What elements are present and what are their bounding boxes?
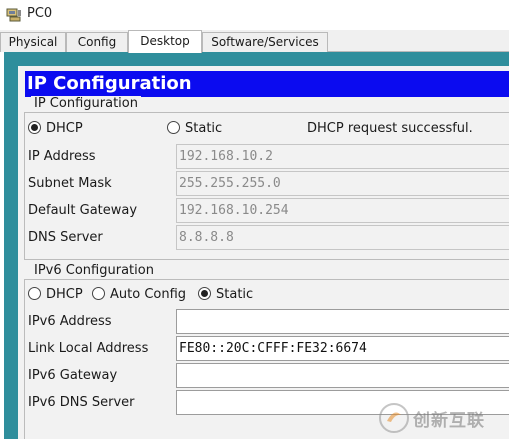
title-bar: PC0 (0, 0, 509, 30)
ip-address-field[interactable]: 192.168.10.2 (176, 144, 509, 169)
tab-software-services[interactable]: Software/Services (202, 32, 328, 52)
ip-address-label: IP Address (28, 149, 96, 164)
radio-unselected-icon (92, 287, 105, 300)
ipv6-static-radio[interactable]: Static (198, 287, 253, 302)
default-gateway-field[interactable]: 192.168.10.254 (176, 198, 509, 223)
ipv6-group-title: IPv6 Configuration (31, 263, 157, 278)
default-gateway-label: Default Gateway (28, 203, 138, 218)
window-title: PC0 (27, 6, 53, 21)
ipv4-group-border (24, 112, 509, 113)
tab-strip: Physical Config Desktop Software/Service… (0, 30, 509, 53)
ip-configuration-panel: IP Configuration IP Configuration DHCP S… (18, 66, 509, 439)
tab-desktop[interactable]: Desktop (128, 30, 202, 53)
ipv6-auto-config-label: Auto Config (110, 287, 187, 302)
dns-server-field[interactable]: 8.8.8.8 (176, 225, 509, 250)
ipv4-static-label: Static (185, 121, 223, 136)
ipv6-gateway-field[interactable] (176, 363, 509, 388)
ipv4-static-radio[interactable]: Static (167, 121, 222, 136)
link-local-address-label: Link Local Address (28, 341, 149, 356)
tab-config[interactable]: Config (66, 32, 128, 52)
ipv4-dhcp-label: DHCP (46, 121, 83, 136)
ipv4-group-title: IP Configuration (31, 96, 141, 111)
subnet-mask-label: Subnet Mask (28, 176, 112, 191)
radio-unselected-icon (167, 121, 180, 134)
tab-physical[interactable]: Physical (0, 32, 66, 52)
ipv6-group-border-left (24, 279, 25, 439)
ipv6-static-label: Static (216, 287, 254, 302)
radio-selected-icon (198, 287, 211, 300)
desktop-frame: IP Configuration IP Configuration DHCP S… (4, 52, 509, 439)
dhcp-status: DHCP request successful. (307, 121, 473, 136)
link-local-address-field[interactable]: FE80::20C:CFFF:FE32:6674 (176, 336, 509, 361)
ipv6-dhcp-radio[interactable]: DHCP (28, 287, 83, 302)
ipv6-dns-server-field[interactable] (176, 390, 509, 415)
ipv6-address-label: IPv6 Address (28, 314, 112, 329)
panel-header: IP Configuration (25, 71, 509, 97)
ipv6-gateway-label: IPv6 Gateway (28, 368, 118, 383)
ipv6-auto-config-radio[interactable]: Auto Config (92, 287, 186, 302)
ipv4-dhcp-radio[interactable]: DHCP (28, 121, 83, 136)
ipv6-dns-server-label: IPv6 DNS Server (28, 395, 135, 410)
ipv6-address-field[interactable] (176, 309, 509, 334)
ipv6-group-border (24, 279, 509, 280)
ipv4-group-border-bottom (24, 259, 509, 260)
ipv6-dhcp-label: DHCP (46, 287, 83, 302)
subnet-mask-field[interactable]: 255.255.255.0 (176, 171, 509, 196)
dns-server-label: DNS Server (28, 230, 103, 245)
radio-unselected-icon (28, 287, 41, 300)
ipv4-group-border-left (24, 112, 25, 259)
radio-selected-icon (28, 121, 41, 134)
pc-icon (6, 8, 21, 22)
